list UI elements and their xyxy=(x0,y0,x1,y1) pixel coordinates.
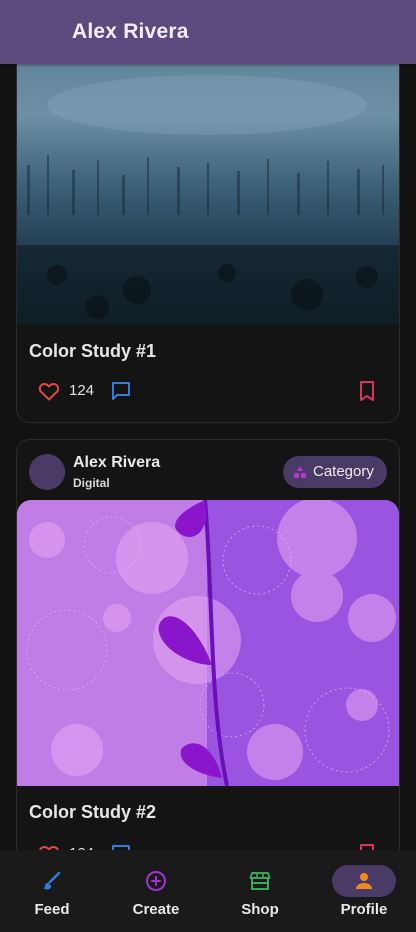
bookmark-icon[interactable] xyxy=(355,842,379,850)
storefront-icon xyxy=(249,872,271,890)
post-card[interactable]: Color Study #1 124 xyxy=(16,64,400,423)
nav-item-feed[interactable]: Feed xyxy=(0,850,104,932)
app-root: Alex Rivera Color Study #1 124 Alex Rive… xyxy=(0,0,416,932)
brush-icon xyxy=(43,871,61,890)
nav-label: Profile xyxy=(340,901,388,918)
heart-icon[interactable] xyxy=(37,379,61,403)
nav-label: Feed xyxy=(34,901,70,918)
author-name[interactable]: Alex Rivera xyxy=(73,454,160,472)
post-actions: 124 xyxy=(17,375,399,405)
category-icon xyxy=(293,466,306,479)
comment-icon[interactable] xyxy=(109,842,133,850)
category-chip[interactable]: Category xyxy=(283,456,387,488)
bottom-navigation: Feed Create Shop Profile xyxy=(0,850,416,932)
post-title: Color Study #2 xyxy=(29,802,157,822)
comment-icon[interactable] xyxy=(109,379,133,403)
post-image[interactable] xyxy=(17,500,399,786)
feed-scroll-area[interactable]: Color Study #1 124 Alex Rivera Digital C… xyxy=(0,64,416,850)
person-icon xyxy=(356,873,372,889)
nav-item-profile[interactable]: Profile xyxy=(312,850,416,932)
post-card[interactable]: Alex Rivera Digital Category Color Study… xyxy=(16,439,400,850)
post-title: Color Study #1 xyxy=(29,341,157,361)
category-label: Category xyxy=(313,463,374,480)
nav-item-create[interactable]: Create xyxy=(104,850,208,932)
page-title: Alex Rivera xyxy=(72,20,189,43)
like-count: 124 xyxy=(69,382,95,399)
nav-label: Create xyxy=(132,901,180,918)
top-app-bar: Alex Rivera xyxy=(0,0,416,64)
post-actions: 124 xyxy=(17,838,399,850)
nav-item-shop[interactable]: Shop xyxy=(208,850,312,932)
post-image[interactable] xyxy=(17,64,399,325)
nav-label: Shop xyxy=(241,901,279,918)
bookmark-icon[interactable] xyxy=(355,379,379,403)
author-subtitle: Digital xyxy=(73,476,110,490)
avatar[interactable] xyxy=(29,454,65,490)
heart-icon[interactable] xyxy=(37,842,61,850)
add-circle-icon xyxy=(146,871,166,891)
